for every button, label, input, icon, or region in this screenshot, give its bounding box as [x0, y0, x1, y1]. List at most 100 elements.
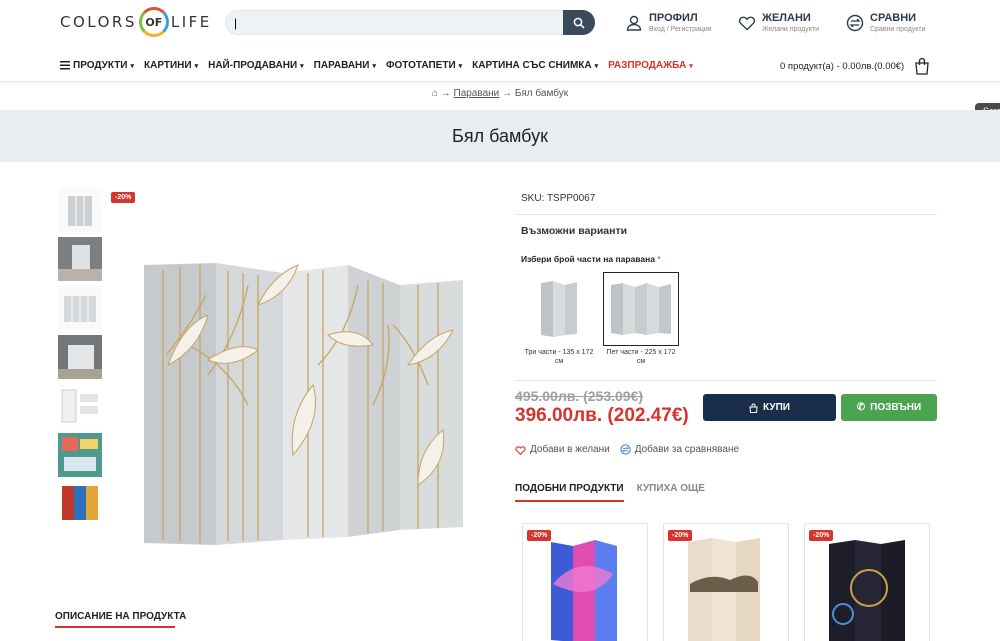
- chevron-down-icon: ▾: [300, 62, 304, 70]
- chevron-down-icon: ▾: [372, 62, 376, 70]
- variant-caption: Три части - 135 x 172 см: [524, 349, 594, 365]
- cart-icon[interactable]: [914, 57, 930, 75]
- variant-caption: Пет части - 225 x 172 см: [606, 349, 676, 365]
- thumbnail[interactable]: [58, 237, 102, 281]
- old-price: 495.00лв. (253.09€): [515, 388, 644, 404]
- site-logo[interactable]: COLORS OF LIFE: [60, 7, 212, 37]
- site-header: COLORS OF LIFE ПРОФИЛВход / Регистрация …: [0, 0, 1000, 45]
- cart-summary[interactable]: 0 продукт(а) - 0.00лв.(0.00€): [780, 61, 904, 72]
- variant-option-five[interactable]: Пет части - 225 x 172 см: [603, 272, 679, 366]
- thumbnail[interactable]: [58, 482, 102, 526]
- nav-item-sale[interactable]: РАЗПРОДАЖБА ▾: [608, 60, 693, 71]
- thumbnail-image: [64, 296, 96, 322]
- related-product-card[interactable]: -20%: [804, 523, 930, 641]
- compare-icon: [846, 14, 864, 32]
- wishlist-sub: Желани продукти: [762, 26, 820, 33]
- breadcrumb-link-screens[interactable]: Паравани: [454, 88, 500, 99]
- variant-choose-label: Избери брой части на паравана *: [521, 254, 937, 264]
- variants-title: Възможни варианти: [521, 225, 628, 237]
- thumbnail[interactable]: [58, 335, 102, 379]
- logo-badge: OF: [138, 7, 169, 37]
- chevron-down-icon: ▾: [458, 62, 463, 70]
- thumbnail-image: [61, 389, 98, 423]
- nav-label: РАЗПРОДАЖБА: [608, 60, 687, 71]
- variant-options: Три части - 135 x 172 см Пет части - 225…: [515, 272, 937, 372]
- logo-text-left: COLORS: [60, 13, 137, 31]
- call-label: ПОЗВЪНИ: [870, 402, 922, 413]
- thumbnail-image: [58, 433, 102, 477]
- nav-label: КАРТИНА СЪС СНИМКА: [472, 60, 592, 71]
- nav-item-products[interactable]: ПРОДУКТИ ▾: [60, 60, 134, 71]
- discount-badge: -20%: [527, 530, 552, 541]
- chevron-down-icon: ▾: [594, 62, 599, 70]
- tab-similar-products[interactable]: ПОДОБНИ ПРОДУКТИ: [515, 483, 624, 502]
- call-button[interactable]: ✆ ПОЗВЪНИ: [841, 394, 937, 421]
- nav-item-bestsellers[interactable]: НАЙ-ПРОДАВАНИ ▾: [208, 60, 304, 71]
- phone-icon: ✆: [856, 402, 866, 413]
- product-main-image[interactable]: -20%: [108, 185, 500, 570]
- buy-button[interactable]: КУПИ: [703, 394, 836, 421]
- nav-item-photo-painting[interactable]: КАРТИНА СЪС СНИМКА ▾: [472, 60, 598, 71]
- related-product-image: [688, 538, 760, 641]
- nav-item-screens[interactable]: ПАРАВАНИ ▾: [314, 60, 376, 71]
- discount-badge: -20%: [668, 530, 693, 541]
- nav-label: КАРТИНИ: [144, 60, 192, 71]
- related-product-card[interactable]: -20%: [663, 523, 789, 641]
- product-info: SKU: TSPP0067 Възможни варианти Избери б…: [515, 185, 937, 502]
- related-tabs: ПОДОБНИ ПРОДУКТИ КУПИХА ОЩЕ: [515, 483, 705, 502]
- variant-choose-text: Избери брой части на паравана: [521, 254, 655, 264]
- thumbnail-image: [68, 196, 92, 226]
- variant-image: [521, 272, 597, 346]
- nav-label: ФОТОТАПЕТИ: [385, 60, 456, 71]
- title-band: Бял бамбук: [0, 110, 1000, 162]
- related-product-image: [829, 540, 905, 641]
- current-price: 396.00лв. (202.47€): [515, 405, 689, 426]
- wishlist-label: Добави в желани: [530, 444, 610, 455]
- bag-icon: [749, 403, 758, 413]
- tab-also-bought[interactable]: КУПИХА ОЩЕ: [637, 483, 705, 502]
- breadcrumb-current: Бял бамбук: [514, 88, 569, 99]
- nav-item-paintings[interactable]: КАРТИНИ ▾: [144, 60, 198, 71]
- wishlist-link[interactable]: ЖЕЛАНИ Желани продукти: [738, 12, 819, 35]
- search-input[interactable]: [234, 14, 554, 32]
- related-products: -20% -20% -20%: [522, 523, 932, 641]
- tab-underline: [55, 626, 175, 628]
- related-product-card[interactable]: -20%: [522, 523, 648, 641]
- page-title: Бял бамбук: [452, 126, 548, 146]
- profile-title: ПРОФИЛ: [649, 12, 698, 24]
- variant-option-three[interactable]: Три части - 135 x 172 см: [521, 272, 597, 366]
- heart-icon: [738, 16, 756, 31]
- compare-icon: [620, 444, 631, 455]
- nav-label: ПРОДУКТИ: [73, 60, 128, 71]
- compare-title: СРАВНИ: [870, 12, 917, 24]
- add-to-wishlist-link[interactable]: Добави в желани: [515, 444, 610, 455]
- product-image: [108, 185, 500, 570]
- buy-label: КУПИ: [763, 402, 790, 413]
- chevron-down-icon: ▾: [130, 62, 135, 70]
- breadcrumb-sep: →: [440, 88, 451, 99]
- add-to-compare-link[interactable]: Добави за сравняване: [620, 444, 739, 455]
- divider: [515, 380, 937, 381]
- home-icon[interactable]: ⌂: [432, 88, 438, 99]
- search-icon: [573, 17, 585, 29]
- discount-badge: -20%: [111, 192, 136, 203]
- logo-text-right: LIFE: [170, 13, 212, 31]
- profile-link[interactable]: ПРОФИЛ Вход / Регистрация: [625, 12, 712, 35]
- nav-item-wallpapers[interactable]: ФОТОТАПЕТИ ▾: [386, 60, 462, 71]
- thumbnail[interactable]: [58, 384, 102, 428]
- thumbnail[interactable]: [58, 188, 102, 232]
- action-links: Добави в желани Добави за сравняване: [515, 444, 739, 455]
- compare-sub: Сравни продукти: [870, 26, 926, 33]
- tab-description[interactable]: ОПИСАНИЕ НА ПРОДУКТА: [55, 611, 186, 622]
- compare-link[interactable]: СРАВНИ Сравни продукти: [846, 12, 926, 35]
- breadcrumb: ⌂ → Паравани → Бял бамбук: [0, 88, 1000, 99]
- thumbnail[interactable]: [58, 286, 102, 330]
- search-bar: [225, 10, 595, 35]
- product-sku: SKU: TSPP0067: [521, 193, 596, 204]
- related-product-image: [551, 540, 617, 641]
- variant-image: [603, 272, 679, 346]
- thumbnail-image: [62, 486, 98, 520]
- thumbnail[interactable]: [58, 433, 102, 477]
- search-button[interactable]: [563, 10, 595, 35]
- profile-sub: Вход / Регистрация: [649, 26, 712, 33]
